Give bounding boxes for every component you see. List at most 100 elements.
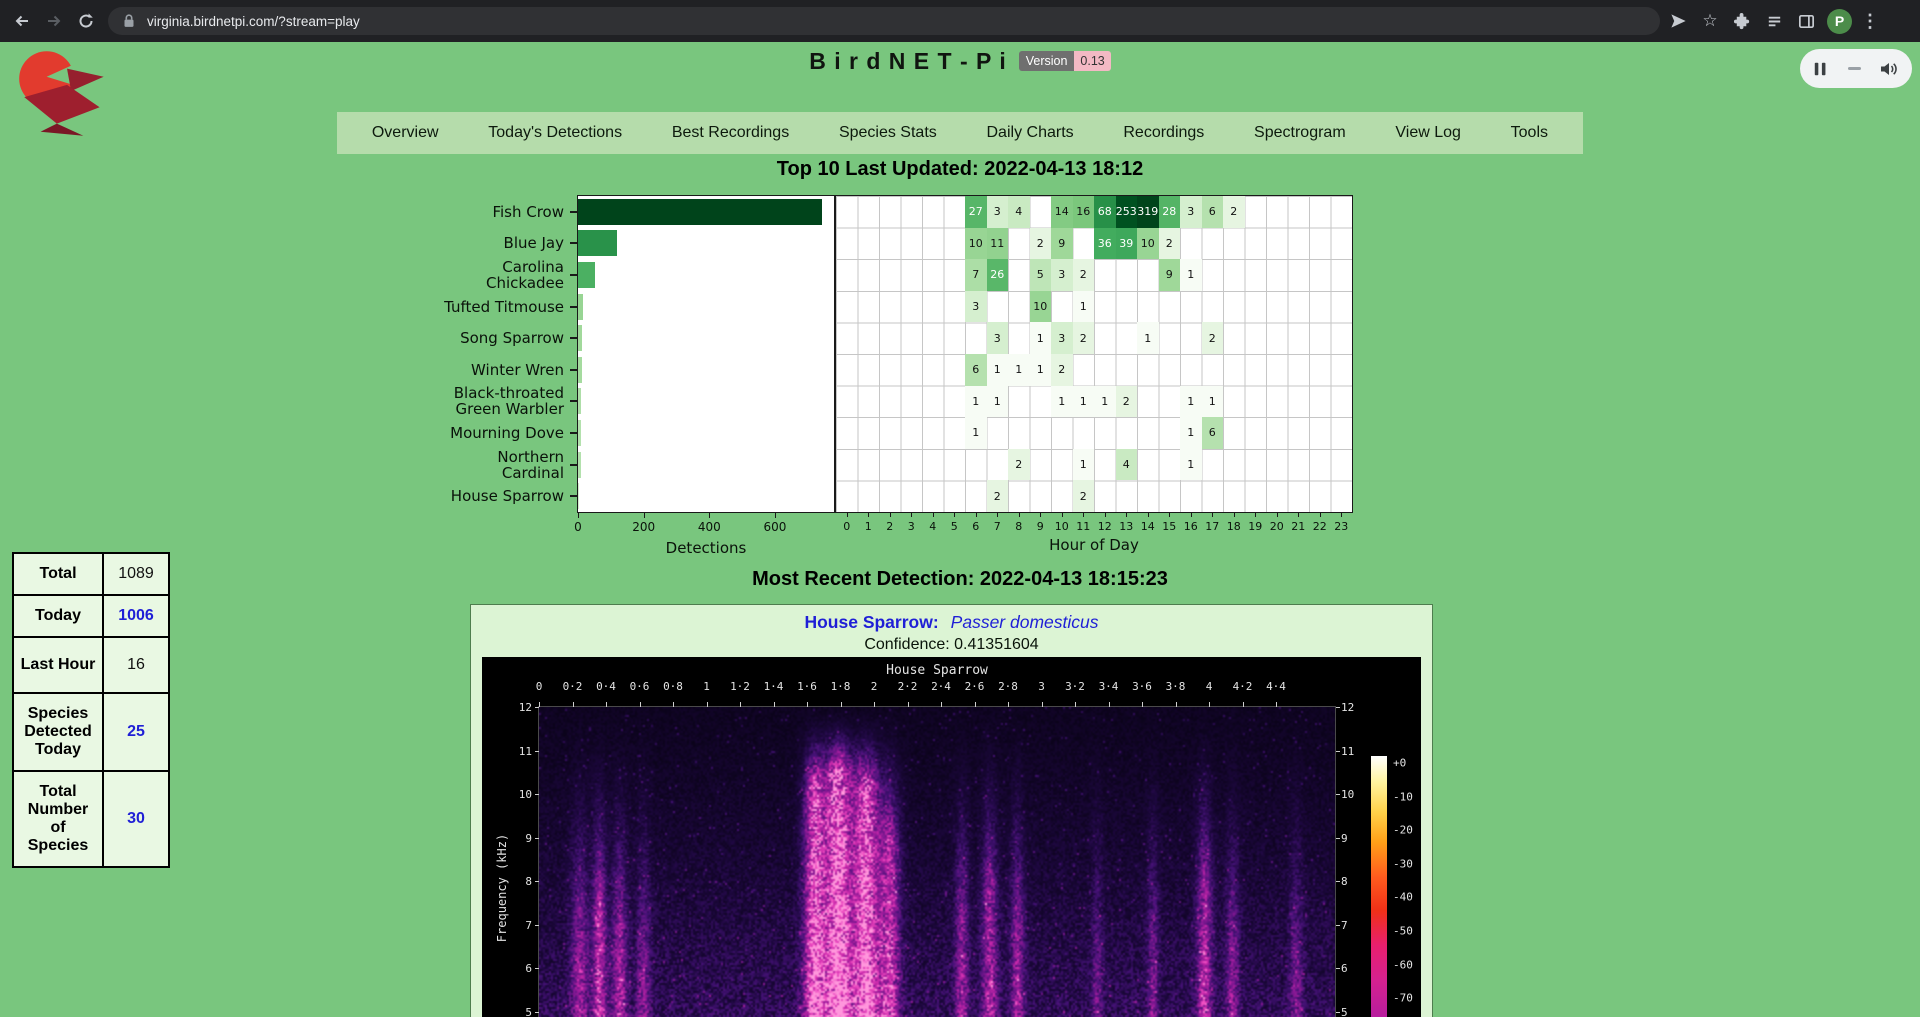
stat-value-today[interactable]: 1006	[103, 595, 169, 637]
nav-item-spectrogram[interactable]: Spectrogram	[1254, 124, 1346, 142]
spectrogram-tick-mark	[740, 702, 741, 707]
spectrogram-tick-mark	[1243, 702, 1244, 707]
nav-item-view-log[interactable]: View Log	[1395, 124, 1461, 142]
spectrogram-freq-tick: 11	[1341, 745, 1367, 758]
heatmap-cell: 2	[1073, 259, 1095, 291]
extensions-puzzle-icon[interactable]	[1728, 7, 1756, 35]
nav-item-species-stats[interactable]: Species Stats	[839, 124, 937, 142]
spectrogram-tick-mark	[1336, 707, 1340, 708]
heatmap-cell: 26	[987, 259, 1009, 291]
species-label-mourning-dove: Mourning Dove	[398, 417, 564, 449]
stat-label-today: Today	[13, 595, 103, 637]
heatmap-cell: 2	[987, 480, 1009, 512]
heatmap-cell: 1	[1137, 322, 1159, 354]
browser-back-button[interactable]	[6, 5, 38, 37]
browser-address-bar[interactable]: virginia.birdnetpi.com/?stream=play	[108, 7, 1660, 35]
heatmap-cell: 2	[1008, 449, 1030, 481]
detections-bar	[578, 262, 595, 288]
browser-menu-icon[interactable]: ⋮	[1856, 7, 1884, 35]
hour-axis-tick-label: 20	[1270, 520, 1284, 533]
heatmap-cell: 68	[1094, 196, 1116, 228]
heatmap-cell: 253	[1116, 196, 1138, 228]
share-send-icon[interactable]	[1664, 7, 1692, 35]
spectrogram-tick-mark	[573, 702, 574, 707]
spectrogram-time-tick: 1·4	[764, 680, 784, 693]
nav-item-today-s-detections[interactable]: Today's Detections	[488, 124, 622, 142]
spectrogram-tick-mark	[535, 1012, 539, 1013]
detections-bar	[578, 420, 581, 446]
detection-species-link[interactable]: House Sparrow:	[804, 612, 938, 632]
hour-axis-tick-label: 0	[843, 520, 850, 533]
nav-item-tools[interactable]: Tools	[1511, 124, 1548, 142]
hour-axis-tick	[1234, 513, 1235, 517]
page-title: B i r d N E T - P i	[809, 48, 1007, 75]
colorbar-tick-label: -70	[1393, 992, 1413, 1005]
stat-value-species-detected-today[interactable]: 25	[103, 693, 169, 771]
audio-seek-handle[interactable]	[1848, 67, 1861, 70]
spectrogram-tick-mark	[606, 702, 607, 707]
hour-axis-tick-label: 14	[1141, 520, 1155, 533]
heatmap-cell: 6	[1202, 417, 1224, 449]
profile-avatar[interactable]: P	[1827, 9, 1852, 34]
hour-axis-tick	[933, 513, 934, 517]
hour-axis-tick-label: 3	[908, 520, 915, 533]
nav-item-daily-charts[interactable]: Daily Charts	[987, 124, 1074, 142]
heatmap-cell: 39	[1116, 228, 1138, 260]
spectrogram-freq-tick: 9	[1341, 832, 1367, 845]
site-security-icon	[120, 12, 138, 30]
side-panel-icon[interactable]	[1792, 7, 1820, 35]
colorbar-tick-label: +0	[1393, 757, 1406, 770]
nav-item-recordings[interactable]: Recordings	[1123, 124, 1204, 142]
volume-icon[interactable]	[1880, 60, 1899, 78]
spectrogram-tick-mark	[975, 702, 976, 707]
spectrogram-time-tick: 0·4	[596, 680, 616, 693]
species-axis-tick	[570, 400, 577, 402]
detections-bar	[578, 357, 582, 383]
heatmap-cell: 1	[1008, 354, 1030, 386]
bar-axis-tick-label: 200	[632, 520, 655, 534]
heatmap-xaxis-label: Hour of Day	[836, 536, 1352, 554]
heatmap-cell: 27	[965, 196, 987, 228]
hour-axis-tick	[911, 513, 912, 517]
hour-axis-tick	[1169, 513, 1170, 517]
spectrogram-time-tick: 4·4	[1266, 680, 1286, 693]
browser-reload-button[interactable]	[70, 5, 102, 37]
nav-item-best-recordings[interactable]: Best Recordings	[672, 124, 789, 142]
spectrogram-tick-mark	[673, 702, 674, 707]
browser-forward-button[interactable]	[38, 5, 70, 37]
heatmap-cell: 10	[1030, 291, 1052, 323]
heatmap-cell: 4	[1008, 196, 1030, 228]
bar-axis-tick-label: 400	[698, 520, 721, 534]
bookmark-star-icon[interactable]: ☆	[1696, 7, 1724, 35]
stat-value-total-number-of-species[interactable]: 30	[103, 771, 169, 867]
spectrogram-tick-mark	[1276, 702, 1277, 707]
heatmap-cell: 1	[1073, 291, 1095, 323]
detection-latin-name[interactable]: Passer domesticus	[951, 612, 1099, 632]
reading-list-icon[interactable]	[1760, 7, 1788, 35]
detections-bar	[578, 483, 579, 509]
pause-icon[interactable]	[1813, 61, 1829, 77]
spectrogram-time-tick: 2·8	[998, 680, 1018, 693]
main-nav: Overview Today's Detections Best Recording…	[337, 112, 1583, 154]
stream-audio-player[interactable]	[1800, 49, 1912, 88]
spectrogram-tick-mark	[1336, 794, 1340, 795]
hour-axis-tick-label: 12	[1098, 520, 1112, 533]
species-label-carolina-chickadee: Carolina Chickadee	[398, 259, 564, 291]
heatmap-cell: 1	[1180, 259, 1202, 291]
heatmap-cell: 1	[1180, 449, 1202, 481]
version-value: 0.13	[1074, 51, 1110, 71]
hour-axis-tick	[1191, 513, 1192, 517]
hour-axis-tick	[1062, 513, 1063, 517]
spectrogram-time-tick: 1·8	[831, 680, 851, 693]
nav-item-overview[interactable]: Overview	[372, 124, 439, 142]
spectrogram-time-tick: 3·4	[1099, 680, 1119, 693]
bar-axis-tick	[709, 513, 710, 518]
spectrogram-title: House Sparrow	[539, 663, 1335, 678]
species-axis-tick	[570, 274, 577, 276]
hour-axis-tick-label: 9	[1037, 520, 1044, 533]
heatmap-cell: 2	[1073, 480, 1095, 512]
spectrogram-tick-mark	[1336, 838, 1340, 839]
heatmap-cell: 1	[987, 354, 1009, 386]
hour-axis-tick	[1019, 513, 1020, 517]
stat-value-last-hour: 16	[103, 637, 169, 693]
